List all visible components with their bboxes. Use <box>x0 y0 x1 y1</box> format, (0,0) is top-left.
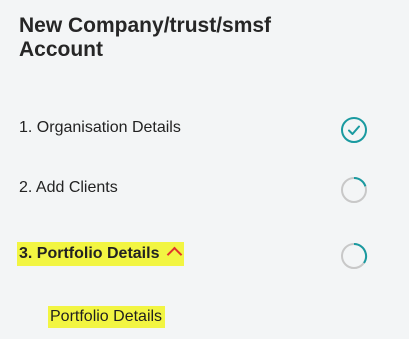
step-label: 3. Portfolio Details <box>17 242 185 266</box>
step-label: 2. Add Clients <box>19 179 118 196</box>
account-setup-panel: New Company/trust/smsf Account 1. Organi… <box>0 0 409 339</box>
progress-circle-icon <box>341 177 367 203</box>
step-add-clients[interactable]: 2. Add Clients <box>0 168 409 208</box>
step-label: 1. Organisation Details <box>19 119 181 136</box>
check-circle-icon <box>341 117 367 143</box>
chevron-up-icon[interactable] <box>167 246 183 263</box>
progress-circle-icon <box>341 243 368 269</box>
panel-title: New Company/trust/smsf Account <box>19 14 272 61</box>
sub-item-portfolio-details[interactable]: Portfolio Details <box>48 306 166 328</box>
step-label-text: 3. Portfolio Details <box>19 245 160 262</box>
step-organisation-details[interactable]: 1. Organisation Details <box>0 108 409 148</box>
step-portfolio-details[interactable]: 3. Portfolio Details <box>0 234 409 274</box>
